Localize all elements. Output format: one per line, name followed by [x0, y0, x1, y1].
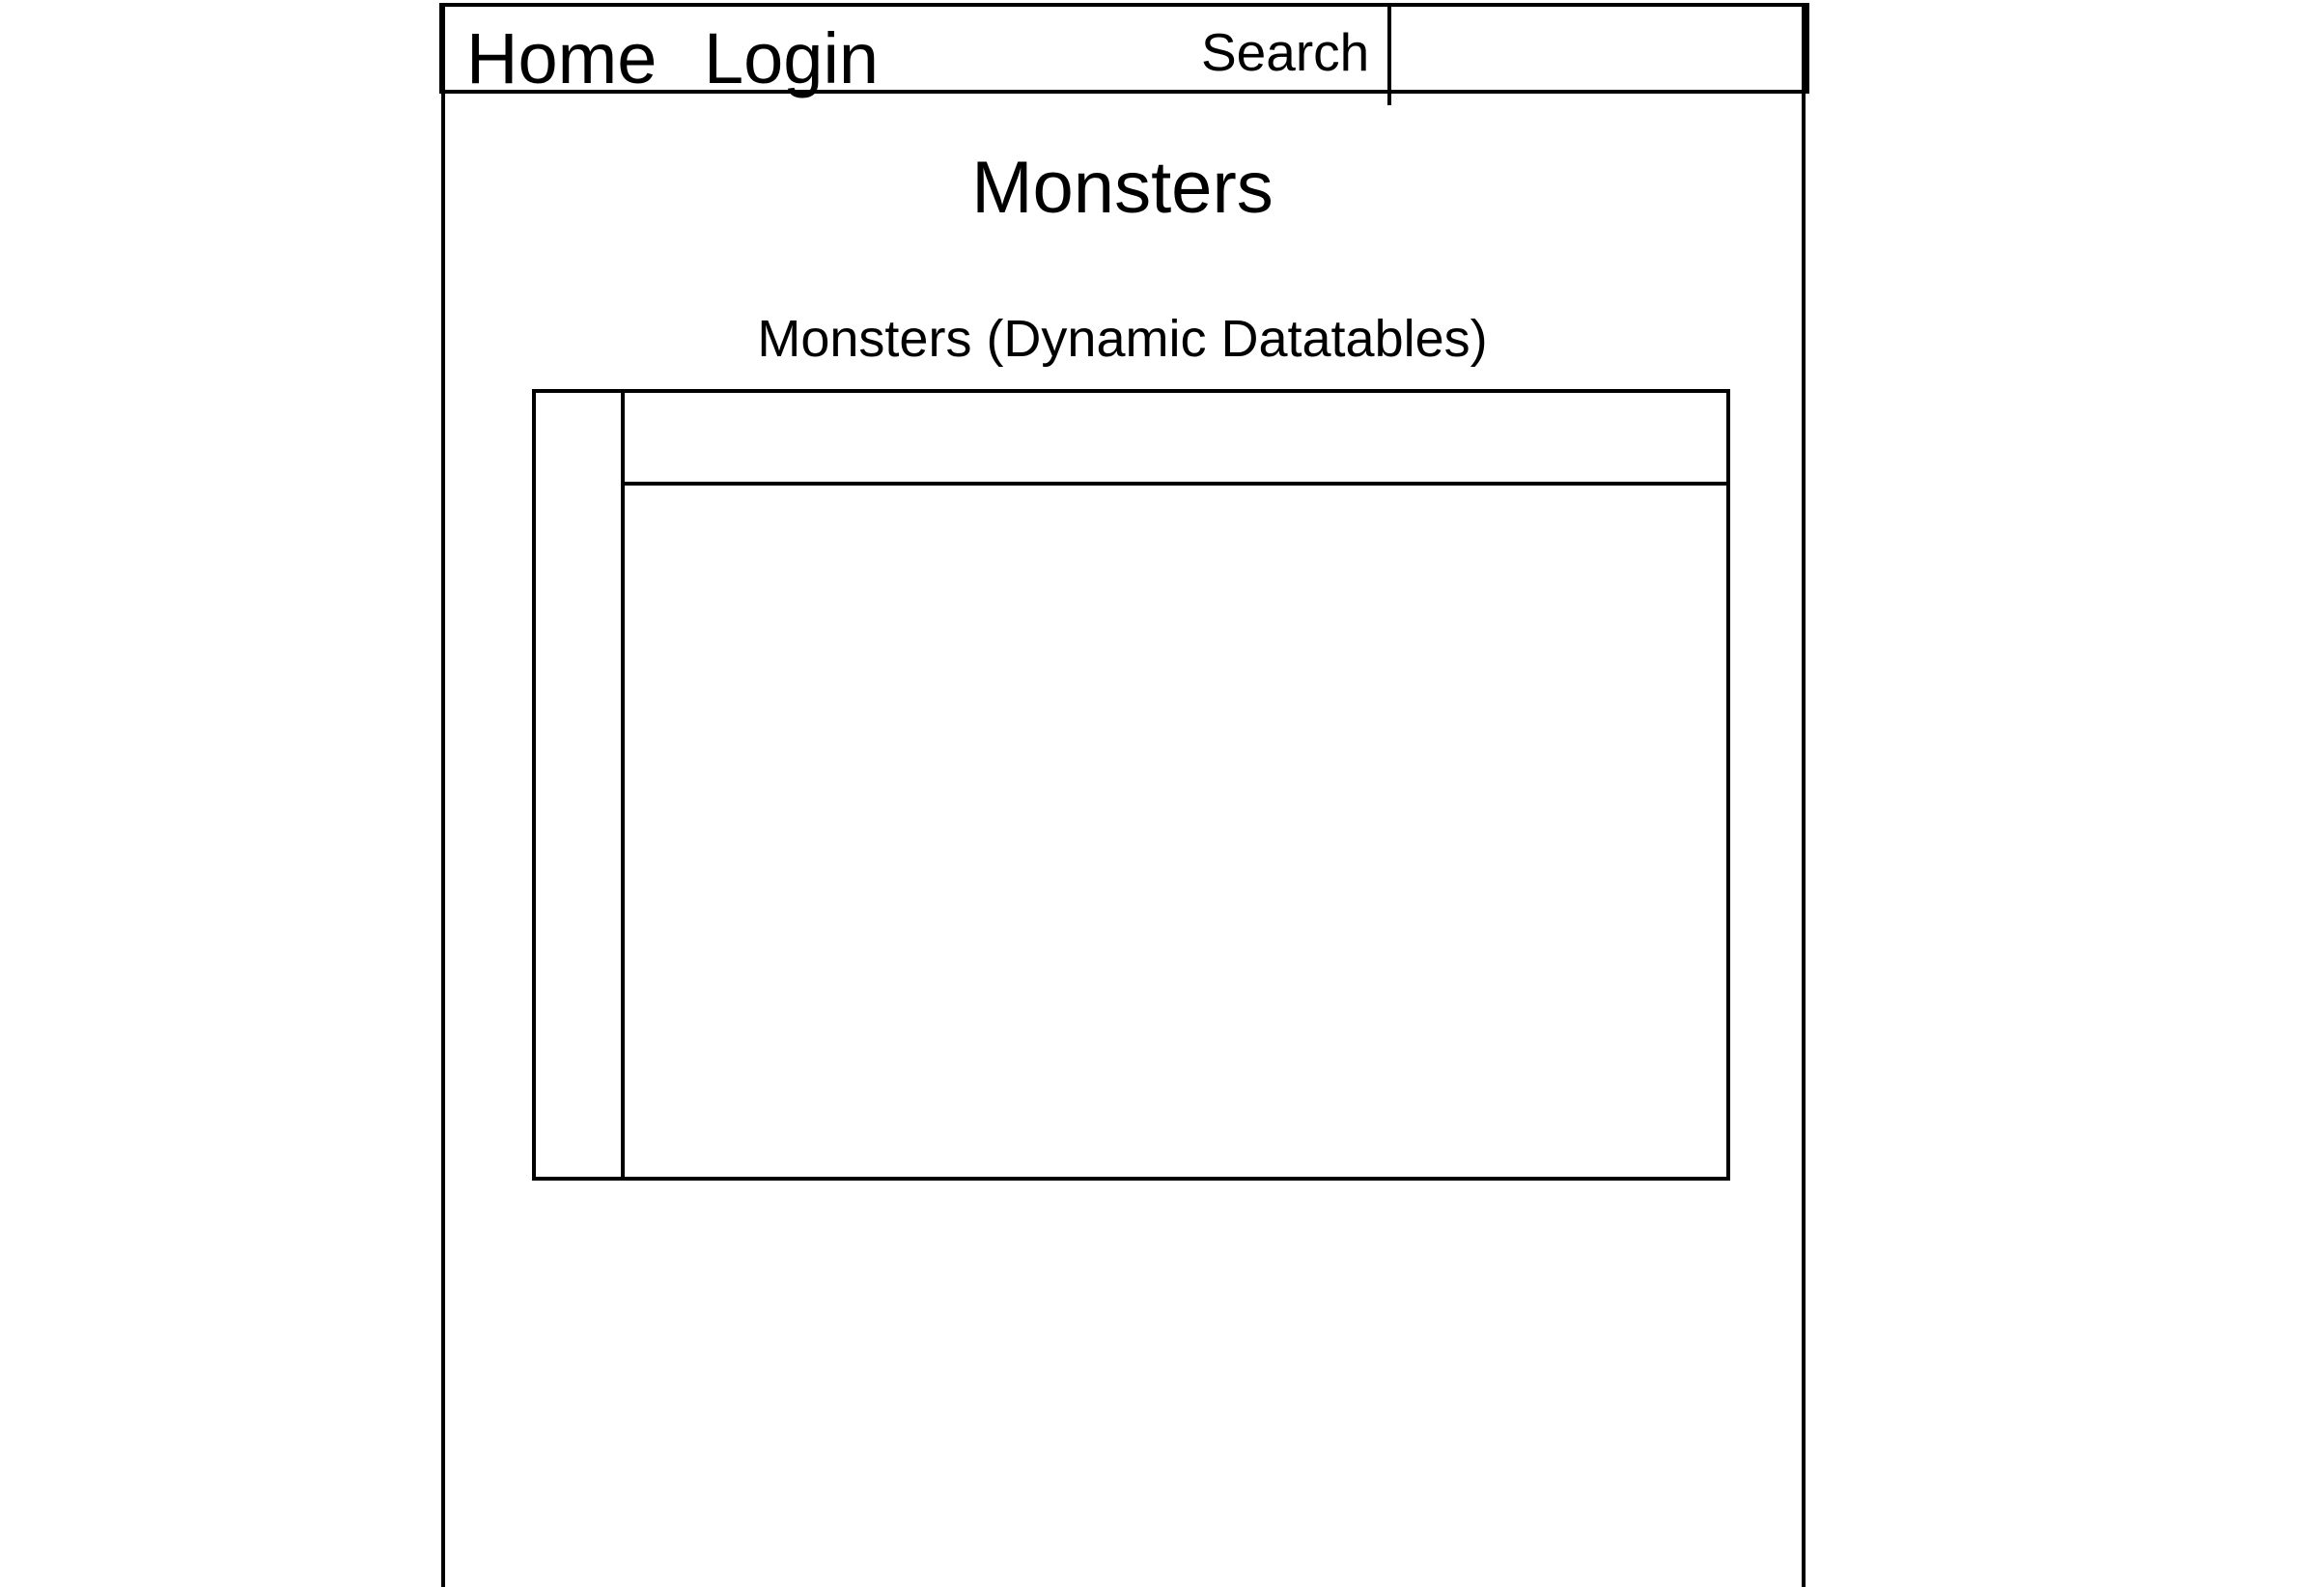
nav-home-link[interactable]: Home: [466, 14, 657, 103]
search-label: Search: [1201, 22, 1370, 82]
nav-login-link[interactable]: Login: [704, 14, 879, 103]
search-input[interactable]: [1387, 3, 1809, 105]
monsters-datatable: [532, 389, 1730, 1181]
navbar: Home Login Search: [439, 3, 1809, 105]
datatable-body: [625, 486, 1726, 1177]
page-title: Monsters: [971, 147, 1274, 229]
datatable-header-row: [625, 393, 1726, 486]
table-caption: Monsters (Dynamic Datatables): [757, 310, 1488, 368]
datatable-row-header-column: [536, 393, 625, 1177]
